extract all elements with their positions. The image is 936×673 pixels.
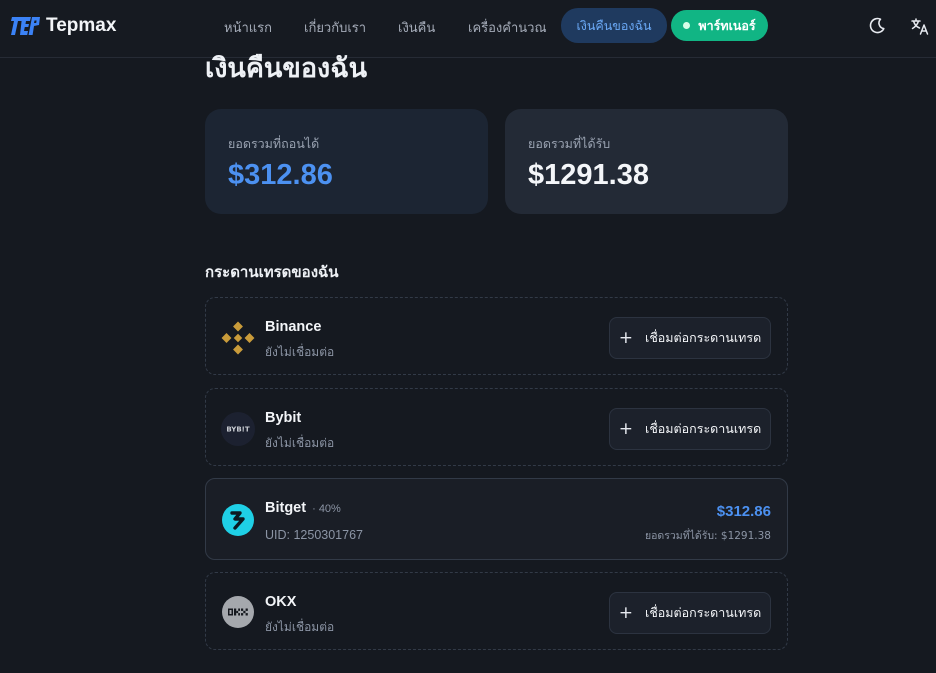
exchange-name: Bitget [265,500,307,516]
exchange-withdrawable: $312.86 [716,503,771,520]
translate-icon[interactable] [910,16,930,36]
exchange-status: ยังไม่เชื่อมต่อ [265,436,335,450]
plus-icon: + [618,603,634,623]
partner-label: พาร์ทเนอร์ [698,17,756,33]
connect-exchange-button[interactable]: + เชื่อมต่อกระดานเทรด [609,592,771,634]
exchange-status: ยังไม่เชื่อมต่อ [265,620,335,634]
brand-name: Tepmax [46,15,117,36]
top-navbar: Tepmax หน้าแรก เกี่ยวกับเรา เงินคืน เครื… [0,0,936,58]
exchange-card-binance: Binance ยังไม่เชื่อมต่อ + เชื่อมต่อกระดา… [205,297,788,375]
page-title: เงินคืนของฉัน [205,53,368,84]
withdrawable-value: $312.86 [228,159,333,191]
received-label: ยอดรวมที่ได้รับ [528,136,611,151]
bitget-icon [222,504,254,536]
nav-link-calculator[interactable]: เครื่องคำนวณ [468,17,547,38]
withdrawable-label: ยอดรวมที่ถอนได้ [228,136,320,151]
exchange-total-received: ยอดรวมที่ได้รับ: $1291.38 [644,530,771,542]
nav-link-home[interactable]: หน้าแรก [224,17,272,38]
received-card: ยอดรวมที่ได้รับ $1291.38 [505,109,788,214]
received-value: $1291.38 [528,159,649,191]
cashback-rate: · 40% [312,503,341,515]
exchange-name: Binance [265,319,322,335]
tepmax-logo-icon [11,17,40,35]
svg-text:BYB!T: BYB!T [226,426,250,434]
exchange-card-okx: OKX ยังไม่เชื่อมต่อ + เชื่อมต่อกระดานเทร… [205,572,788,650]
binance-icon [221,321,255,355]
brand-logo[interactable]: Tepmax [8,15,116,37]
moon-icon[interactable] [867,16,887,36]
connect-exchange-label: เชื่อมต่อกระดานเทรด [645,330,762,345]
exchange-card-bitget[interactable]: Bitget · 40% UID: 1250301767 $312.86 ยอดร… [205,478,788,560]
bybit-icon: BYB!T [221,412,255,446]
status-dot-icon [683,22,691,29]
connect-exchange-label: เชื่อมต่อกระดานเทรด [645,605,762,620]
nav-link-about[interactable]: เกี่ยวกับเรา [304,17,366,38]
exchanges-section-title: กระดานเทรดของฉัน [205,263,339,281]
connect-exchange-label: เชื่อมต่อกระดานเทรด [645,421,762,436]
connect-exchange-button[interactable]: + เชื่อมต่อกระดานเทรด [609,317,771,359]
exchange-status: ยังไม่เชื่อมต่อ [265,345,335,359]
exchange-uid: UID: 1250301767 [265,528,363,542]
plus-icon: + [618,419,634,439]
exchange-card-bybit: BYB!T Bybit ยังไม่เชื่อมต่อ + เชื่อมต่อก… [205,388,788,466]
withdrawable-card: ยอดรวมที่ถอนได้ $312.86 [205,109,488,214]
nav-link-cashback[interactable]: เงินคืน [398,17,435,38]
okx-icon [222,596,254,628]
exchange-name: Bybit [265,410,302,426]
exchange-name: OKX [265,594,297,610]
plus-icon: + [618,328,634,348]
partner-button[interactable]: พาร์ทเนอร์ [671,10,768,41]
nav-link-my-cashback[interactable]: เงินคืนของฉัน [561,8,667,43]
exchange-name-row: Bitget · 40% [265,500,341,516]
nav-active-label: เงินคืนของฉัน [576,17,652,33]
connect-exchange-button[interactable]: + เชื่อมต่อกระดานเทรด [609,408,771,450]
